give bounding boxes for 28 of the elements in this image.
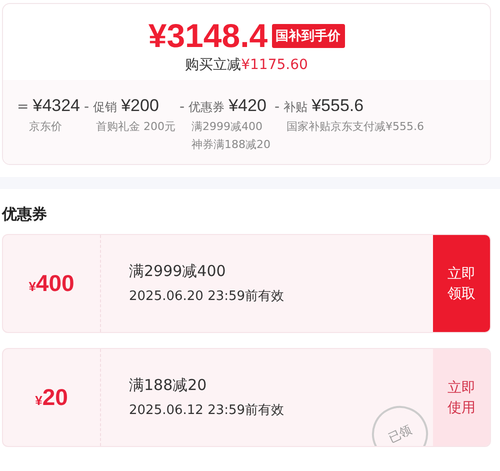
breakdown-note: 国家补贴京东支付减¥555.6 xyxy=(286,119,424,134)
breakdown-note: 满2999减400 xyxy=(190,119,264,134)
breakdown-amount: ¥200 xyxy=(121,96,159,116)
coupon-validity: 2025.06.12 23:59前有效 xyxy=(129,402,286,419)
breakdown-amount: ¥555.6 xyxy=(312,96,364,116)
coupon-amount: ¥400 xyxy=(28,270,74,297)
operator-sign: - xyxy=(274,99,280,115)
coupon-button[interactable]: 立即领取 xyxy=(433,235,490,332)
coupon-condition: 满188减20 xyxy=(129,376,208,395)
breakdown-label: 优惠券 xyxy=(188,99,225,116)
breakdown-note: 神券满188减20 xyxy=(190,137,271,152)
operator-sign: - xyxy=(84,99,90,115)
coupon-validity: 2025.06.20 23:59前有效 xyxy=(129,288,286,305)
breakdown-note: 京东价 xyxy=(28,119,63,134)
final-price: ¥3148.4 xyxy=(148,18,268,54)
price-badge: 国补到手价 xyxy=(272,24,345,48)
breakdown-amount: ¥420 xyxy=(228,96,266,116)
operator-sign: - xyxy=(180,99,185,115)
breakdown-label: 补贴 xyxy=(284,99,308,116)
coupon-amount: ¥20 xyxy=(35,384,68,411)
breakdown-label: 促销 xyxy=(93,99,118,116)
saving-text: 购买立减¥1175.60 xyxy=(185,56,308,74)
section-title: 优惠券 xyxy=(2,205,48,224)
breakdown-note: 首购礼金 200元 xyxy=(95,119,176,134)
coupon-condition: 满2999减400 xyxy=(129,262,227,281)
operator-sign: = xyxy=(17,99,29,115)
breakdown-amount: ¥4324 xyxy=(32,96,80,116)
coupon-button[interactable]: 立即使用 xyxy=(433,349,490,446)
